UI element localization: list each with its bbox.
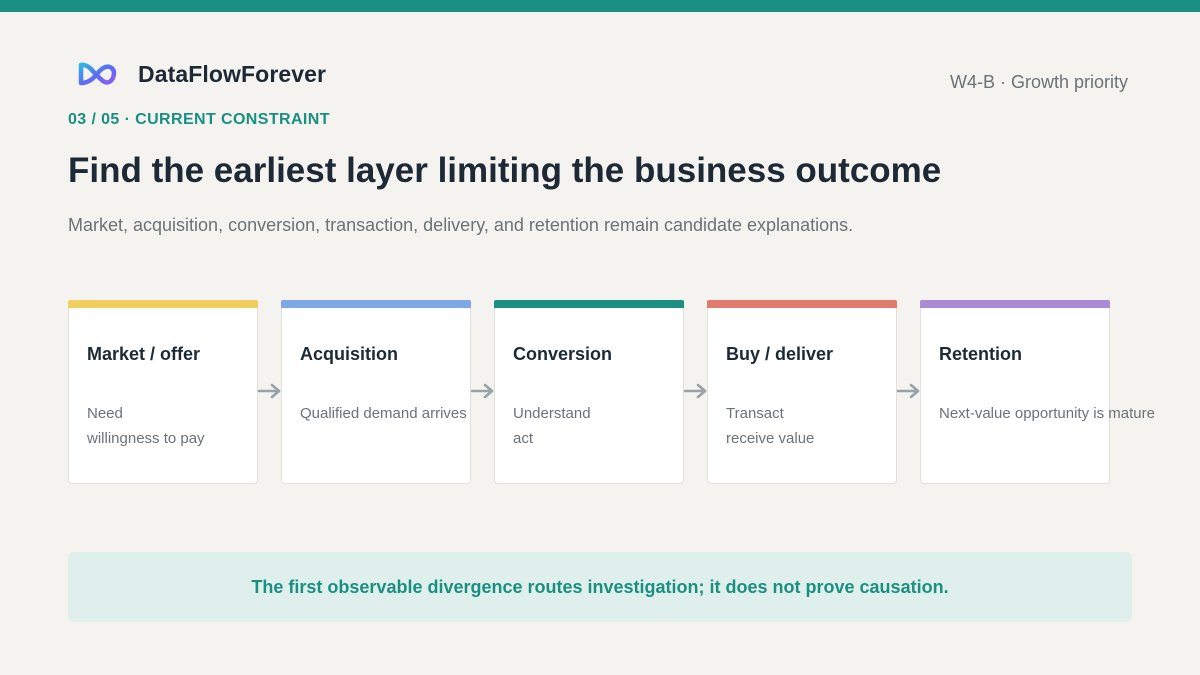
stage-description-line: Qualified demand arrives [300, 405, 467, 422]
top-accent-bar [0, 0, 1200, 12]
stage-title: Acquisition [300, 344, 398, 364]
stage-card-conversion: Conversion Understand act [494, 300, 684, 484]
section-kicker: 03 / 05 · CURRENT CONSTRAINT [68, 111, 330, 128]
stage-title: Retention [939, 344, 1022, 364]
stage-card-acquisition: Acquisition Qualified demand arrives [281, 300, 471, 484]
stage-color-bar [920, 300, 1110, 308]
stage-title: Market / offer [87, 344, 201, 364]
page-meta: W4-B · Growth priority [949, 72, 1128, 92]
stage-card-buy-deliver: Buy / deliver Transact receive value [707, 300, 897, 484]
stage-card-market: Market / offer Need willingness to pay [68, 300, 258, 484]
stage-title: Conversion [513, 344, 613, 364]
stage-description-line: Transact [726, 405, 784, 422]
stage-description-line: willingness to pay [87, 430, 205, 447]
stage-color-bar [281, 300, 471, 308]
stage-color-bar [707, 300, 897, 308]
arrow-right-icon [896, 383, 920, 399]
stage-description-line: receive value [726, 430, 815, 447]
stage-description-line: act [513, 430, 534, 447]
callout-note: The first observable divergence routes i… [68, 552, 1132, 622]
brand-name: DataFlowForever [138, 60, 327, 87]
stage-description-line: Next-value opportunity is mature [939, 405, 1155, 422]
callout-note-text: The first observable divergence routes i… [251, 576, 949, 597]
arrow-right-icon [257, 383, 281, 399]
page-subtitle: Market, acquisition, conversion, transac… [68, 215, 854, 235]
stage-description-line: Need [87, 405, 123, 422]
page-title: Find the earliest layer limiting the bus… [68, 151, 942, 190]
infinity-logo-icon [78, 62, 117, 86]
stage-description-line: Understand [513, 405, 591, 422]
arrow-right-icon [470, 383, 494, 399]
arrow-right-icon [683, 383, 707, 399]
stage-color-bar [494, 300, 684, 308]
brand: DataFlowForever [76, 58, 326, 90]
stage-card-retention: Retention Next-value opportunity is matu… [920, 300, 1155, 484]
stage-title: Buy / deliver [726, 344, 834, 364]
stage-color-bar [68, 300, 258, 308]
